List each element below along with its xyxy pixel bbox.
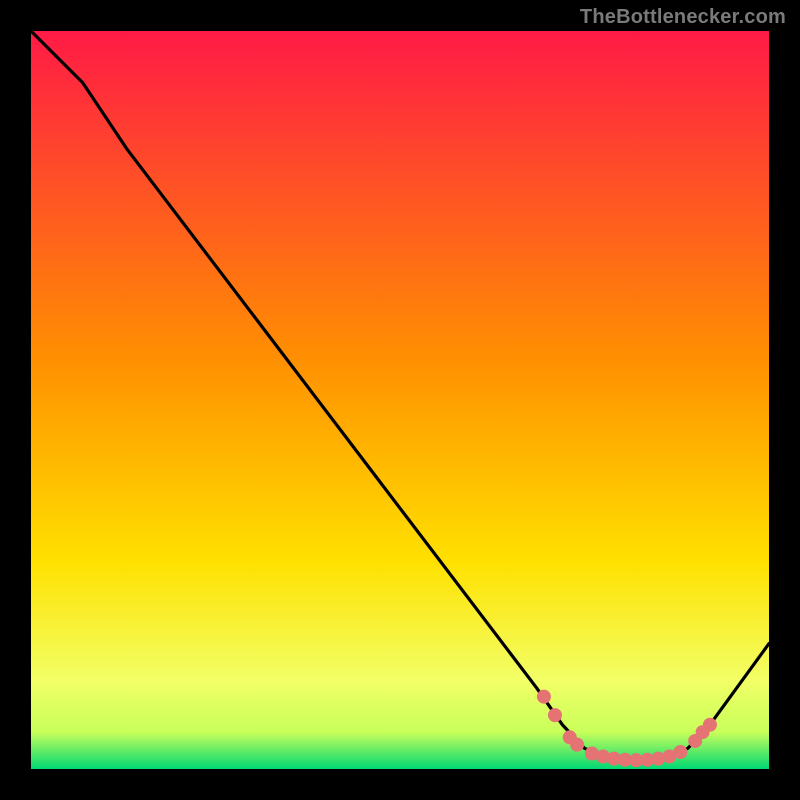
plot-area bbox=[31, 31, 769, 769]
marker-dot bbox=[537, 690, 551, 704]
marker-dot bbox=[703, 718, 717, 732]
chart-frame: TheBottlenecker.com bbox=[0, 0, 800, 800]
attribution-text: TheBottlenecker.com bbox=[580, 6, 786, 29]
marker-dot bbox=[673, 745, 687, 759]
chart-svg bbox=[31, 31, 769, 769]
gradient-background bbox=[31, 31, 769, 769]
marker-dot bbox=[570, 738, 584, 752]
marker-dot bbox=[548, 708, 562, 722]
